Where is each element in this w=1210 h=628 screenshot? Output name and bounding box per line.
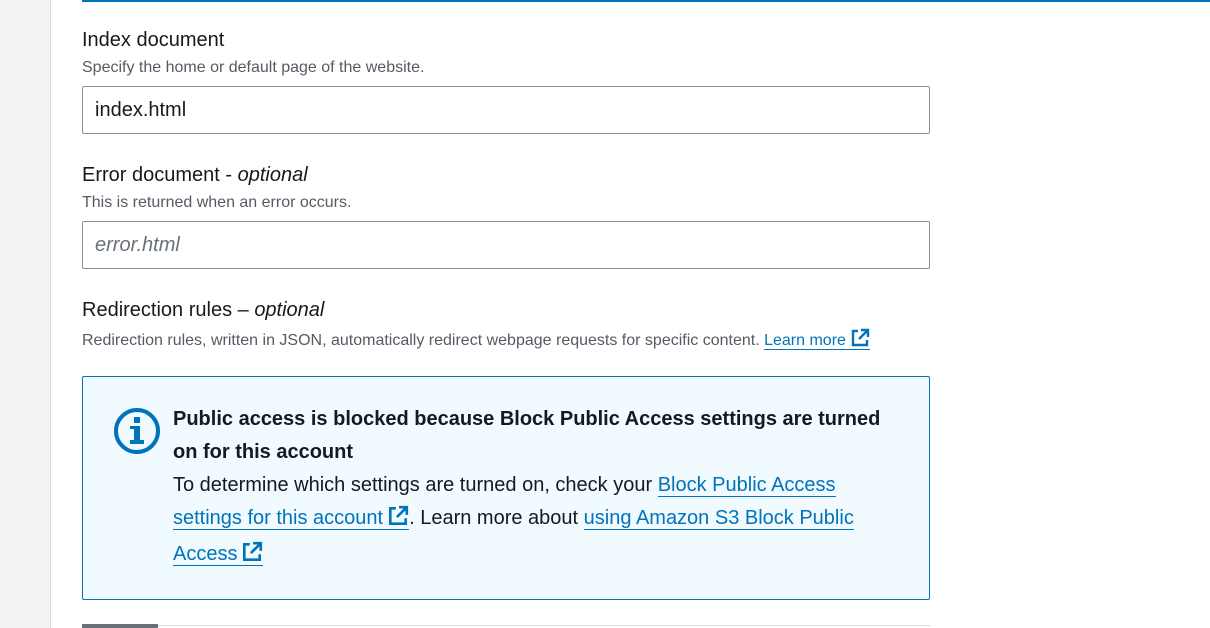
learn-more-link[interactable]: Learn more	[764, 328, 870, 350]
learn-more-link-text: Learn more	[764, 332, 846, 349]
bottom-divider	[158, 625, 930, 626]
error-document-label: Error document - optional	[82, 163, 930, 187]
alert-title: Public access is blocked because Block P…	[173, 408, 881, 463]
left-navigation-rail	[0, 0, 51, 628]
index-document-input[interactable]	[82, 86, 930, 134]
bottom-tab-indicator	[82, 624, 158, 628]
error-document-label-text: Error document -	[82, 164, 238, 186]
external-link-icon	[387, 505, 409, 538]
redirection-rules-label: Redirection rules – optional	[82, 298, 1182, 322]
info-icon	[113, 407, 161, 460]
external-link-icon	[850, 328, 870, 354]
redirection-rules-field: Redirection rules – optional Redirection…	[82, 298, 1182, 354]
public-access-blocked-alert: Public access is blocked because Block P…	[82, 376, 930, 600]
error-document-field: Error document - optional This is return…	[82, 163, 930, 269]
index-document-label: Index document	[82, 29, 225, 51]
alert-text-2: . Learn more about	[409, 507, 584, 529]
optional-tag: optional	[237, 164, 308, 186]
error-document-description: This is returned when an error occurs.	[82, 194, 352, 211]
optional-tag: optional	[254, 299, 325, 321]
alert-message: To determine which settings are turned o…	[173, 469, 893, 574]
section-divider	[82, 0, 1210, 2]
index-document-description: Specify the home or default page of the …	[82, 59, 425, 76]
external-link-icon	[241, 541, 263, 574]
redirection-rules-description: Redirection rules, written in JSON, auto…	[82, 332, 760, 349]
redirection-rules-label-text: Redirection rules –	[82, 299, 255, 321]
redirection-rules-description-row: Redirection rules, written in JSON, auto…	[82, 328, 1182, 354]
index-document-field: Index document Specify the home or defau…	[82, 28, 930, 134]
alert-content: Public access is blocked because Block P…	[173, 403, 893, 574]
error-document-input[interactable]	[82, 221, 930, 269]
alert-text-1: To determine which settings are turned o…	[173, 474, 658, 496]
